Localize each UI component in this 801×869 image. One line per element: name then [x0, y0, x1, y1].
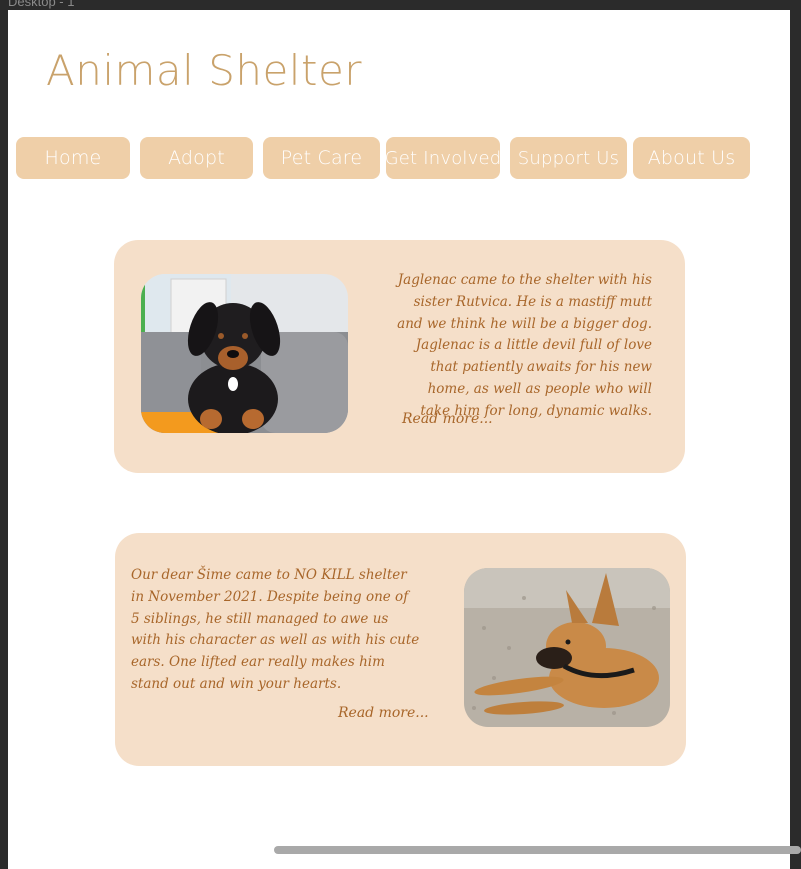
- nav-about-us-button[interactable]: About Us: [633, 137, 750, 179]
- nav-home-button[interactable]: Home: [16, 137, 130, 179]
- read-more-link-sime[interactable]: Read more...: [338, 705, 429, 721]
- story-card-sime: Our dear Šime came to NO KILL shelter in…: [115, 533, 686, 766]
- canvas-topbar: Desktop - 1: [0, 0, 801, 10]
- puppy-photo[interactable]: [141, 274, 348, 433]
- dog-photo[interactable]: [464, 568, 670, 727]
- story-card-jaglenac: Jaglenac came to the shelter with his si…: [114, 240, 685, 473]
- page-frame: Animal Shelter Home Adopt Pet Care Get I…: [8, 10, 790, 869]
- right-gutter: [790, 10, 801, 869]
- frame-label: Desktop - 1: [8, 0, 75, 9]
- story-text-sime: Our dear Šime came to NO KILL shelter in…: [131, 567, 420, 692]
- nav-adopt-button[interactable]: Adopt: [140, 137, 253, 179]
- nav-get-involved-button[interactable]: Get Involved: [385, 137, 501, 179]
- nav-support-us-button[interactable]: Support Us: [510, 137, 627, 179]
- nav-pet-care-button[interactable]: Pet Care: [263, 137, 380, 179]
- site-title: Animal Shelter: [46, 46, 363, 95]
- dog-photo-icon: [464, 568, 670, 727]
- puppy-photo-icon: [141, 274, 348, 433]
- story-text-jaglenac: Jaglenac came to the shelter with his si…: [397, 272, 652, 419]
- read-more-link-jaglenac[interactable]: Read more...: [402, 411, 493, 427]
- horizontal-scrollbar[interactable]: [274, 846, 801, 854]
